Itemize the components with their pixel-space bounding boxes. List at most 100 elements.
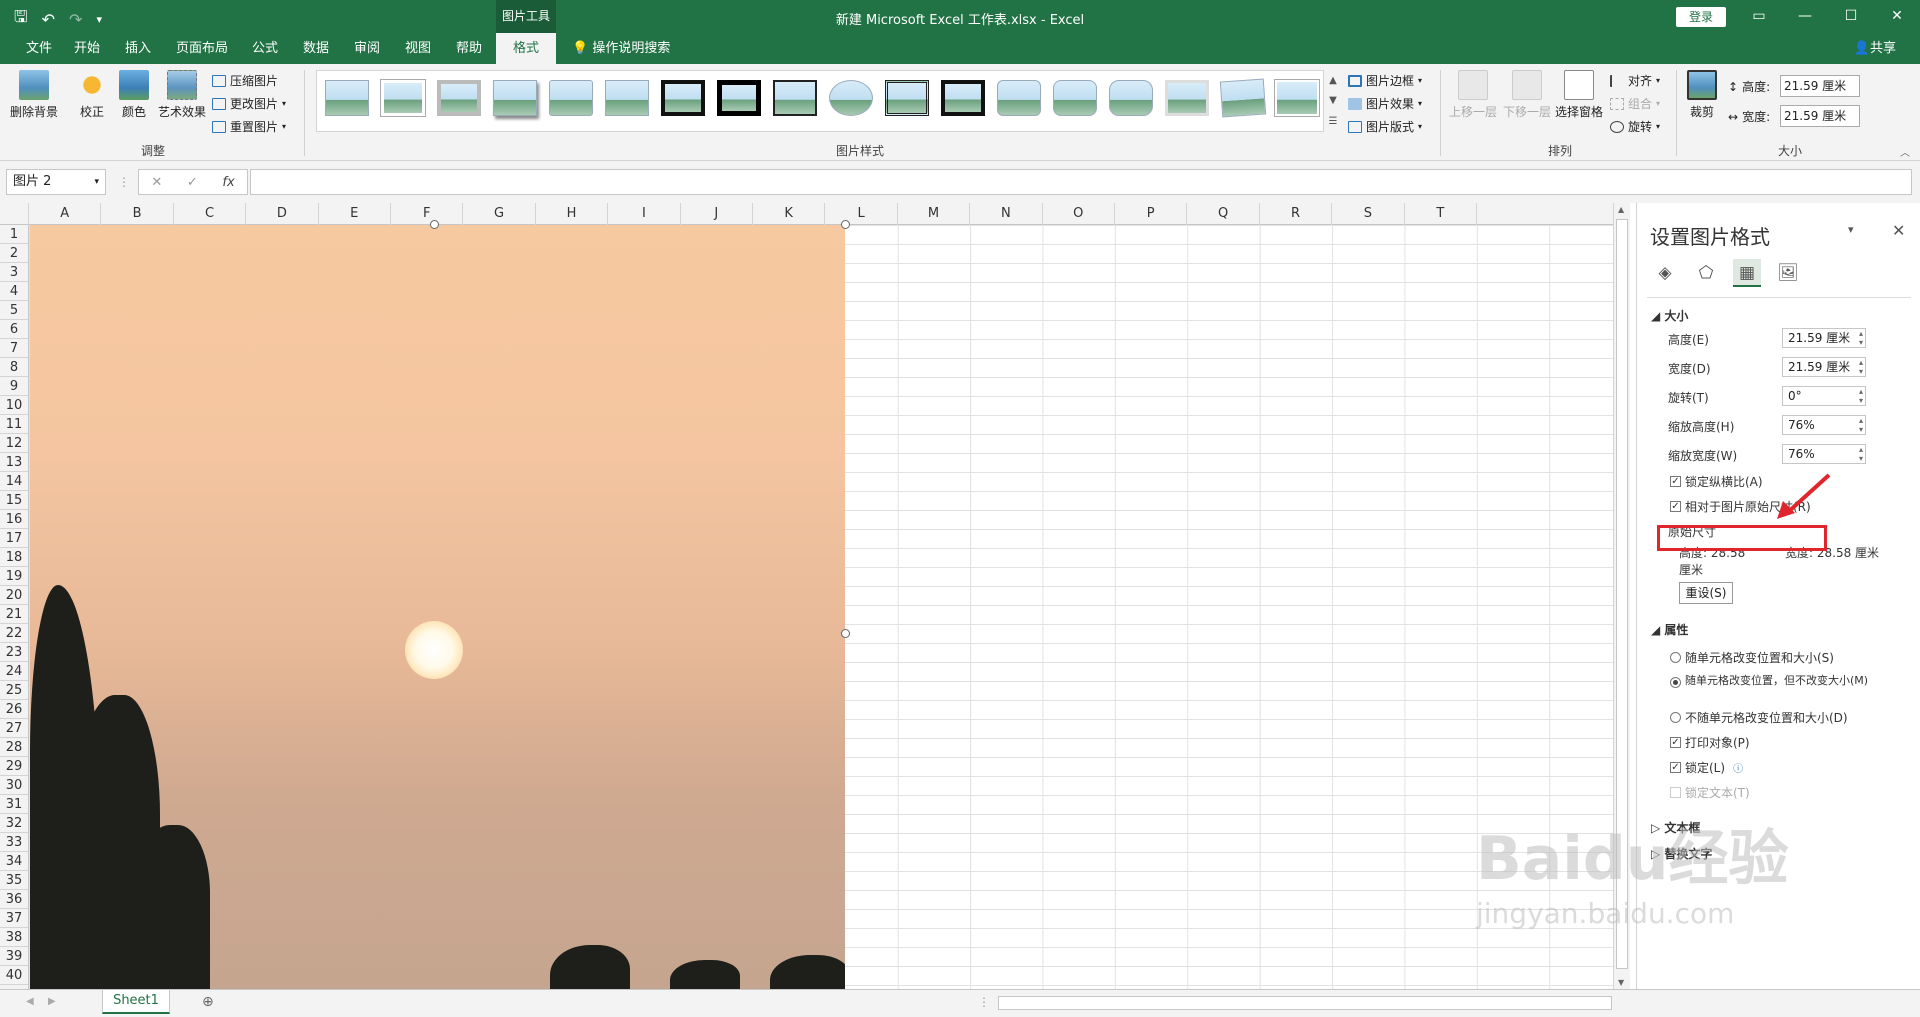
- column-header[interactable]: R: [1260, 203, 1333, 225]
- size-section-header[interactable]: ◢ 大小: [1651, 307, 1688, 324]
- tab-file[interactable]: 文件: [18, 33, 60, 64]
- row-header[interactable]: 1: [0, 225, 28, 244]
- sheet-tab-sheet1[interactable]: Sheet1: [102, 990, 170, 1014]
- row-header[interactable]: 40: [0, 966, 28, 985]
- column-header[interactable]: L: [825, 203, 898, 225]
- scroll-up-icon[interactable]: ▲: [1618, 205, 1624, 214]
- row-header[interactable]: 33: [0, 833, 28, 852]
- row-header[interactable]: 26: [0, 700, 28, 719]
- style-thumb[interactable]: [717, 80, 761, 116]
- spin-arrows-icon[interactable]: ▴ ▾: [1859, 445, 1863, 463]
- tab-review[interactable]: 审阅: [346, 33, 388, 64]
- rotation-spinner[interactable]: 0° ▴ ▾: [1782, 386, 1866, 406]
- change-picture-button[interactable]: 更改图片 ▾: [212, 95, 286, 112]
- corrections-button[interactable]: 校正: [76, 70, 108, 120]
- style-thumb[interactable]: [941, 80, 985, 116]
- align-button[interactable]: 对齐 ▾: [1610, 72, 1660, 89]
- move-and-size-radio[interactable]: 随单元格改变位置和大小(S): [1670, 649, 1834, 666]
- split-handle-icon[interactable]: ⋮: [978, 995, 990, 1009]
- collapse-ribbon-icon[interactable]: ︿: [1900, 144, 1910, 159]
- tab-insert[interactable]: 插入: [117, 33, 159, 64]
- column-header[interactable]: Q: [1187, 203, 1260, 225]
- row-header[interactable]: 18: [0, 548, 28, 567]
- color-button[interactable]: 颜色: [118, 70, 150, 120]
- column-header[interactable]: C: [174, 203, 247, 225]
- style-thumb[interactable]: [829, 80, 873, 116]
- column-header[interactable]: G: [463, 203, 536, 225]
- row-header[interactable]: 39: [0, 947, 28, 966]
- row-header[interactable]: 25: [0, 681, 28, 700]
- column-header[interactable]: O: [1043, 203, 1115, 225]
- print-object-checkbox[interactable]: ✓ 打印对象(P): [1670, 734, 1750, 751]
- row-header[interactable]: 11: [0, 415, 28, 434]
- row-header[interactable]: 36: [0, 890, 28, 909]
- tell-me-search[interactable]: 💡 操作说明搜索: [572, 33, 670, 64]
- row-header[interactable]: 10: [0, 396, 28, 415]
- send-backward-button[interactable]: 下移一层: [1502, 70, 1552, 120]
- scale-height-spinner[interactable]: 76% ▴ ▾: [1782, 415, 1866, 435]
- column-header[interactable]: K: [753, 203, 826, 225]
- row-header[interactable]: 12: [0, 434, 28, 453]
- style-thumb[interactable]: [1275, 80, 1319, 116]
- style-thumb[interactable]: [605, 80, 649, 116]
- row-header[interactable]: 27: [0, 719, 28, 738]
- properties-section-header[interactable]: ◢ 属性: [1651, 621, 1688, 638]
- bring-forward-button[interactable]: 上移一层: [1448, 70, 1498, 120]
- add-sheet-icon[interactable]: ⊕: [202, 994, 214, 1010]
- tab-view[interactable]: 视图: [397, 33, 439, 64]
- style-thumb[interactable]: [773, 80, 817, 116]
- style-thumb[interactable]: [1165, 80, 1209, 116]
- column-header[interactable]: E: [319, 203, 391, 225]
- login-button[interactable]: 登录: [1676, 7, 1726, 27]
- picture-icon[interactable]: 🖼: [1774, 259, 1802, 287]
- style-thumb[interactable]: [493, 80, 537, 116]
- spin-arrows-icon[interactable]: ▴ ▾: [1859, 329, 1863, 347]
- row-header[interactable]: 9: [0, 377, 28, 396]
- scale-width-spinner[interactable]: 76% ▴ ▾: [1782, 444, 1866, 464]
- style-thumb[interactable]: [1053, 80, 1097, 116]
- style-thumb[interactable]: [1109, 80, 1153, 116]
- close-pane-icon[interactable]: ✕: [1892, 221, 1905, 240]
- tab-format[interactable]: 格式: [496, 33, 556, 65]
- resize-handle-top-right[interactable]: [841, 220, 850, 229]
- column-header[interactable]: D: [246, 203, 319, 225]
- row-header[interactable]: 38: [0, 928, 28, 947]
- fill-line-icon[interactable]: ◈: [1651, 259, 1679, 287]
- style-thumb[interactable]: [885, 80, 929, 116]
- tab-formulas[interactable]: 公式: [244, 33, 286, 64]
- remove-background-button[interactable]: 删除背景: [8, 70, 60, 120]
- lock-text-checkbox[interactable]: 锁定文本(T): [1670, 784, 1750, 801]
- size-properties-icon[interactable]: ▦: [1733, 259, 1761, 287]
- style-thumb[interactable]: [437, 80, 481, 116]
- style-thumb[interactable]: [549, 80, 593, 116]
- row-header[interactable]: 17: [0, 529, 28, 548]
- insert-function-icon[interactable]: fx: [222, 175, 234, 190]
- row-header[interactable]: 29: [0, 757, 28, 776]
- row-header[interactable]: 7: [0, 339, 28, 358]
- row-header[interactable]: 14: [0, 472, 28, 491]
- inserted-picture[interactable]: [30, 225, 845, 989]
- cancel-icon[interactable]: ✕: [151, 175, 162, 190]
- lock-aspect-checkbox[interactable]: ✓ 锁定纵横比(A): [1670, 473, 1763, 490]
- column-header[interactable]: I: [608, 203, 681, 225]
- customize-qat-icon[interactable]: ▾: [96, 13, 102, 26]
- picture-layout-button[interactable]: 图片版式 ▾: [1348, 118, 1422, 135]
- gallery-more-icon[interactable]: ☰: [1329, 116, 1338, 127]
- row-header[interactable]: 31: [0, 795, 28, 814]
- formula-input[interactable]: [250, 169, 1912, 195]
- tab-data[interactable]: 数据: [295, 33, 337, 64]
- row-header[interactable]: 30: [0, 776, 28, 795]
- resize-handle-top[interactable]: [430, 220, 439, 229]
- close-icon[interactable]: ✕: [1874, 0, 1920, 33]
- row-header[interactable]: 37: [0, 909, 28, 928]
- row-header[interactable]: 34: [0, 852, 28, 871]
- column-header[interactable]: B: [101, 203, 174, 225]
- save-icon[interactable]: 🖫: [14, 6, 28, 33]
- pane-options-icon[interactable]: ▾: [1848, 223, 1854, 236]
- column-header[interactable]: A: [29, 203, 102, 225]
- selection-pane-button[interactable]: 选择窗格: [1554, 70, 1604, 120]
- reset-size-button[interactable]: 重设(S): [1679, 582, 1733, 604]
- gallery-up-icon[interactable]: ▲: [1329, 75, 1337, 86]
- ribbon-display-icon[interactable]: ▭: [1736, 0, 1782, 33]
- column-header[interactable]: N: [970, 203, 1043, 225]
